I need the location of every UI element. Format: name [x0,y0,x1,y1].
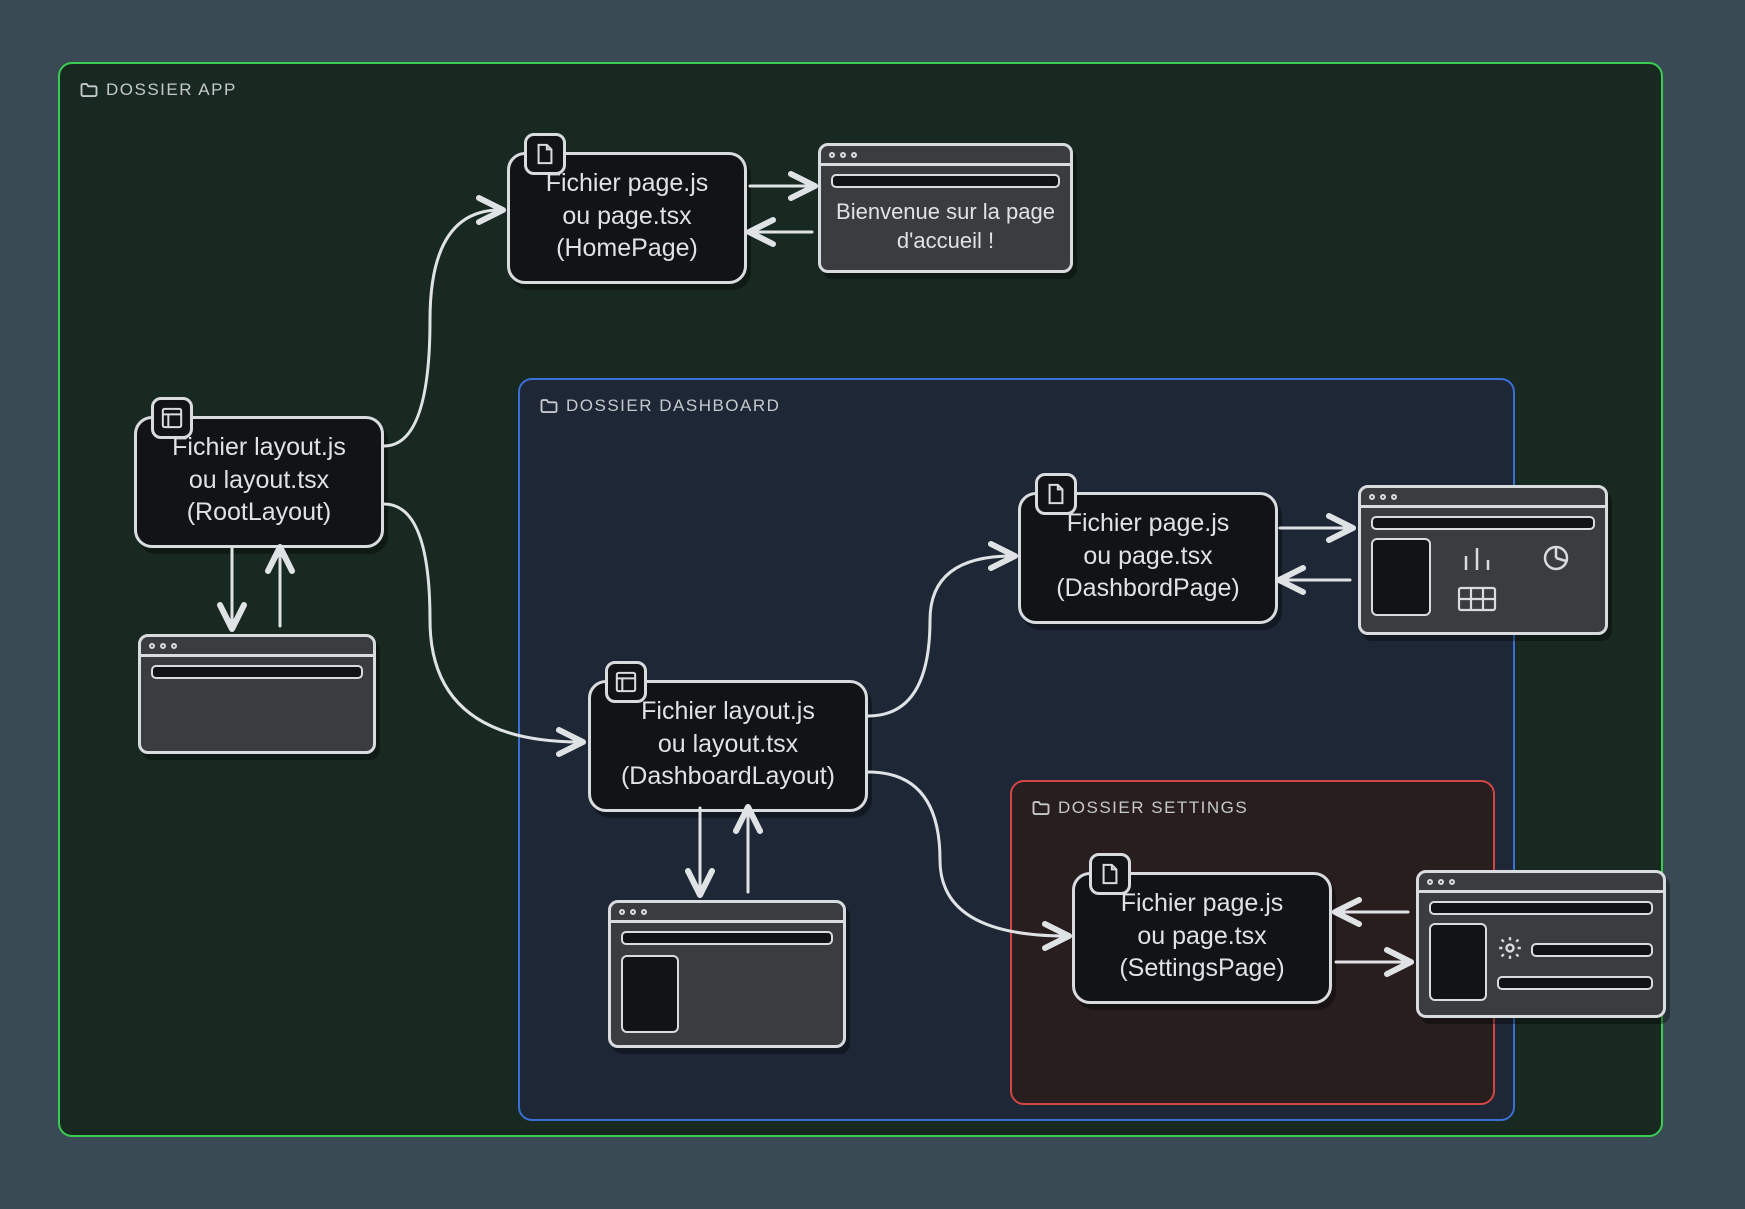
card-root-layout: Fichier layout.js ou layout.tsx (RootLay… [134,416,384,548]
layout-icon [605,661,647,703]
preview-dashboard-layout [608,900,846,1048]
bar-chart-icon [1441,542,1512,575]
folder-icon [1032,800,1050,816]
folder-icon [80,82,98,98]
folder-icon [540,398,558,414]
preview-settings [1416,870,1666,1018]
folder-app-label: DOSSIER APP [80,80,237,100]
file-icon [1089,853,1131,895]
file-icon [524,133,566,175]
pie-chart-icon [1520,542,1591,575]
preview-sidebar [1371,538,1431,616]
folder-settings-label: DOSSIER SETTINGS [1032,798,1248,818]
card-home-page: Fichier page.js ou page.tsx (HomePage) [507,152,747,284]
preview-home: Bienvenue sur la page d'accueil ! [818,143,1073,273]
card-dashboard-layout: Fichier layout.js ou layout.tsx (Dashboa… [588,680,868,812]
preview-sidebar [1429,923,1487,1001]
preview-root-empty [138,634,376,754]
preview-home-text: Bienvenue sur la page d'accueil ! [821,188,1070,265]
preview-sidebar [621,955,679,1033]
card-settings-page: Fichier page.js ou page.tsx (SettingsPag… [1072,872,1332,1004]
folder-dashboard-label: DOSSIER DASHBOARD [540,396,780,416]
preview-dashboard [1358,485,1608,635]
card-dashboard-page: Fichier page.js ou page.tsx (DashbordPag… [1018,492,1278,624]
gear-icon [1497,935,1523,966]
layout-icon [151,397,193,439]
table-icon [1441,583,1512,616]
file-icon [1035,473,1077,515]
